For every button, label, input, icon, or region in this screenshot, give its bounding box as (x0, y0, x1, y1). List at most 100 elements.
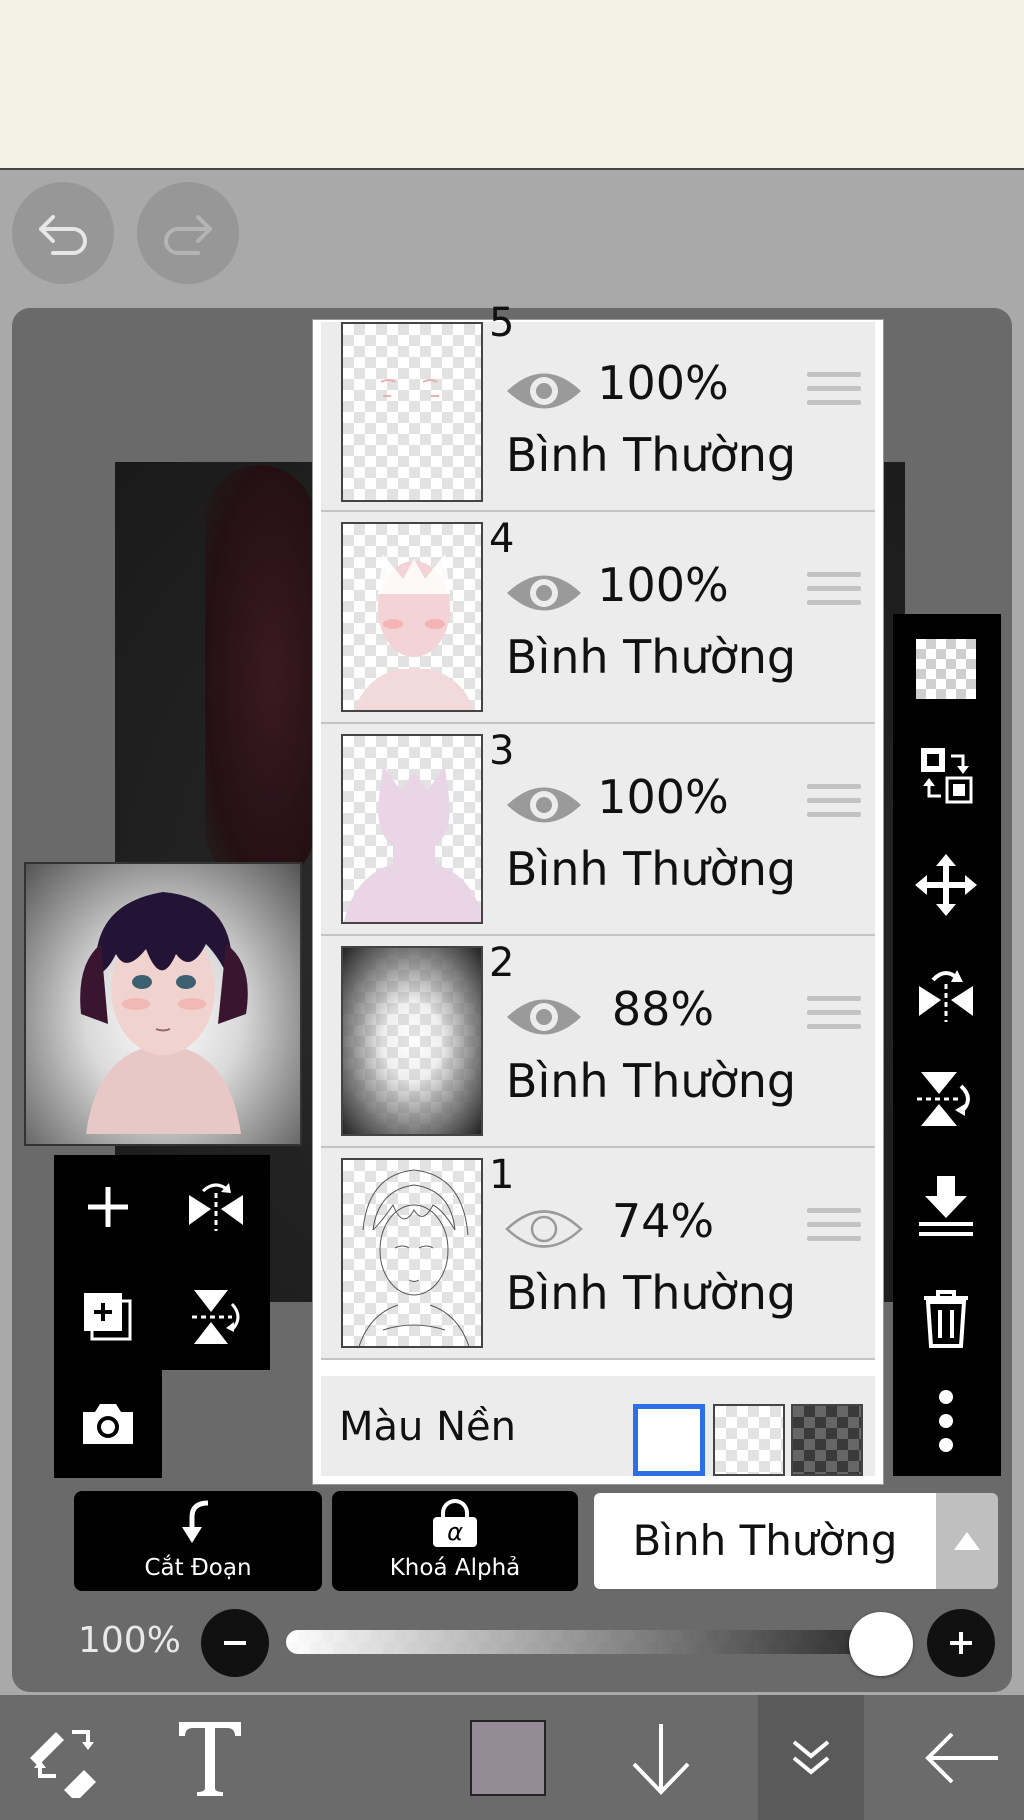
visibility-eye-icon[interactable] (505, 990, 583, 1044)
flip-horizontal-icon (189, 1183, 243, 1231)
duplicate-layer-button[interactable] (68, 1277, 148, 1357)
download-icon (632, 1723, 690, 1795)
flip-horizontal-button[interactable] (176, 1167, 256, 1247)
layer-number: 2 (489, 940, 515, 986)
canvas-artwork-hair (205, 465, 315, 885)
camera-button[interactable] (68, 1384, 148, 1464)
top-bar (0, 0, 1024, 170)
left-tools-panel-2 (54, 1370, 162, 1478)
opacity-decrease-button[interactable] (201, 1609, 269, 1677)
add-layer-button[interactable] (68, 1167, 148, 1247)
layer-list-panel: 5 100% Bình Thường 4 100% Bình Thường 3 … (313, 300, 883, 1484)
undo-button[interactable] (12, 182, 114, 284)
color-swatch (470, 1719, 546, 1796)
move-icon (915, 854, 977, 916)
transparency-button[interactable] (913, 636, 979, 702)
layer-opacity[interactable]: 74% (583, 1194, 743, 1248)
flip-horizontal-button[interactable] (913, 960, 979, 1026)
color-picker-button[interactable] (468, 1695, 548, 1820)
layer-row-5[interactable]: 5 100% Bình Thường (321, 300, 875, 512)
layer-swap-icon (921, 748, 973, 804)
back-arrow-icon (925, 1732, 998, 1783)
transform-tool-button[interactable] (14, 1695, 114, 1820)
visibility-eye-icon[interactable] (505, 364, 583, 418)
layer-blend-mode[interactable]: Bình Thường (501, 1054, 801, 1108)
drag-handle-icon[interactable] (807, 784, 861, 828)
more-options-button[interactable] (913, 1388, 979, 1454)
visibility-eye-icon[interactable] (505, 778, 583, 832)
background-color-row: Màu Nền (321, 1376, 875, 1476)
layer-row-3[interactable]: 3 100% Bình Thường (321, 724, 875, 936)
layer-blend-mode[interactable]: Bình Thường (501, 428, 801, 482)
delete-layer-button[interactable] (913, 1286, 979, 1352)
layer-row-4[interactable]: 4 100% Bình Thường (321, 512, 875, 724)
clipping-button[interactable]: Cắt Đoạn (74, 1491, 322, 1591)
more-icon (939, 1390, 953, 1452)
trash-icon (924, 1290, 968, 1348)
flip-vertical-icon (917, 1072, 970, 1126)
drag-handle-icon[interactable] (807, 1208, 861, 1252)
layer-actions-sidebar (893, 614, 1001, 1476)
alpha-lock-button[interactable]: α Khoá Alphả (332, 1491, 578, 1591)
background-color-label: Màu Nền (339, 1404, 516, 1450)
merge-down-button[interactable] (913, 1174, 979, 1240)
layer-row-1[interactable]: 1 74% Bình Thường (321, 1148, 875, 1360)
layer-number: 4 (489, 516, 515, 562)
left-tools-panel (54, 1155, 270, 1370)
minus-icon (224, 1641, 246, 1645)
text-tool-icon (179, 1721, 241, 1796)
layer-thumbnail (341, 1158, 483, 1348)
background-transparent-swatch[interactable] (713, 1404, 785, 1476)
layer-thumbnail (341, 946, 483, 1136)
flip-vertical-button[interactable] (913, 1066, 979, 1132)
layer-blend-mode[interactable]: Bình Thường (501, 842, 801, 896)
triangle-up-icon (954, 1532, 980, 1550)
layer-blend-mode[interactable]: Bình Thường (501, 630, 801, 684)
alpha-lock-label: Khoá Alphả (389, 1555, 521, 1581)
text-tool-button[interactable] (160, 1695, 260, 1820)
layer-thumbnail (341, 522, 483, 712)
transform-icon (30, 1729, 96, 1798)
layer-number: 3 (489, 728, 515, 774)
layer-opacity[interactable]: 100% (583, 356, 743, 410)
background-dark-swatch[interactable] (791, 1404, 863, 1476)
alpha-symbol: α (433, 1517, 477, 1547)
bottom-toolbar (0, 1695, 1024, 1820)
lock-icon: α (433, 1499, 477, 1547)
flip-vertical-button[interactable] (176, 1277, 256, 1357)
visibility-eye-icon[interactable] (505, 566, 583, 620)
layer-thumbnail (341, 322, 483, 502)
canvas-preview (24, 862, 302, 1146)
download-button[interactable] (618, 1695, 704, 1820)
camera-icon (83, 1404, 133, 1444)
layer-opacity[interactable]: 88% (583, 982, 743, 1036)
flip-horizontal-icon (919, 970, 973, 1022)
opacity-slider-knob[interactable] (849, 1612, 913, 1676)
layer-blend-mode[interactable]: Bình Thường (501, 1266, 801, 1320)
visibility-eye-icon[interactable] (505, 1202, 583, 1256)
redo-button[interactable] (137, 182, 239, 284)
layer-swap-button[interactable] (913, 742, 979, 808)
drag-handle-icon[interactable] (807, 996, 861, 1040)
layers-panel-button[interactable] (758, 1695, 864, 1820)
clipping-label: Cắt Đoạn (144, 1555, 252, 1581)
layer-row-2[interactable]: 2 88% Bình Thường (321, 936, 875, 1148)
background-white-swatch[interactable] (633, 1404, 705, 1476)
duplicate-layer-icon (84, 1293, 132, 1341)
plus-icon (950, 1632, 972, 1654)
opacity-increase-button[interactable] (927, 1609, 995, 1677)
layer-opacity[interactable]: 100% (583, 770, 743, 824)
blend-mode-dropdown-button[interactable] (936, 1493, 998, 1589)
back-button[interactable] (912, 1695, 1012, 1820)
drag-handle-icon[interactable] (807, 372, 861, 416)
drag-handle-icon[interactable] (807, 572, 861, 616)
undo-icon (39, 215, 87, 255)
layer-opacity[interactable]: 100% (583, 558, 743, 612)
blend-mode-select[interactable]: Bình Thường (594, 1493, 936, 1589)
redo-icon (164, 215, 212, 255)
move-button[interactable] (913, 852, 979, 918)
opacity-slider-track[interactable] (286, 1630, 886, 1654)
opacity-value: 100% (78, 1620, 181, 1661)
layer-number: 1 (489, 1152, 515, 1198)
add-layer-icon (88, 1187, 128, 1227)
